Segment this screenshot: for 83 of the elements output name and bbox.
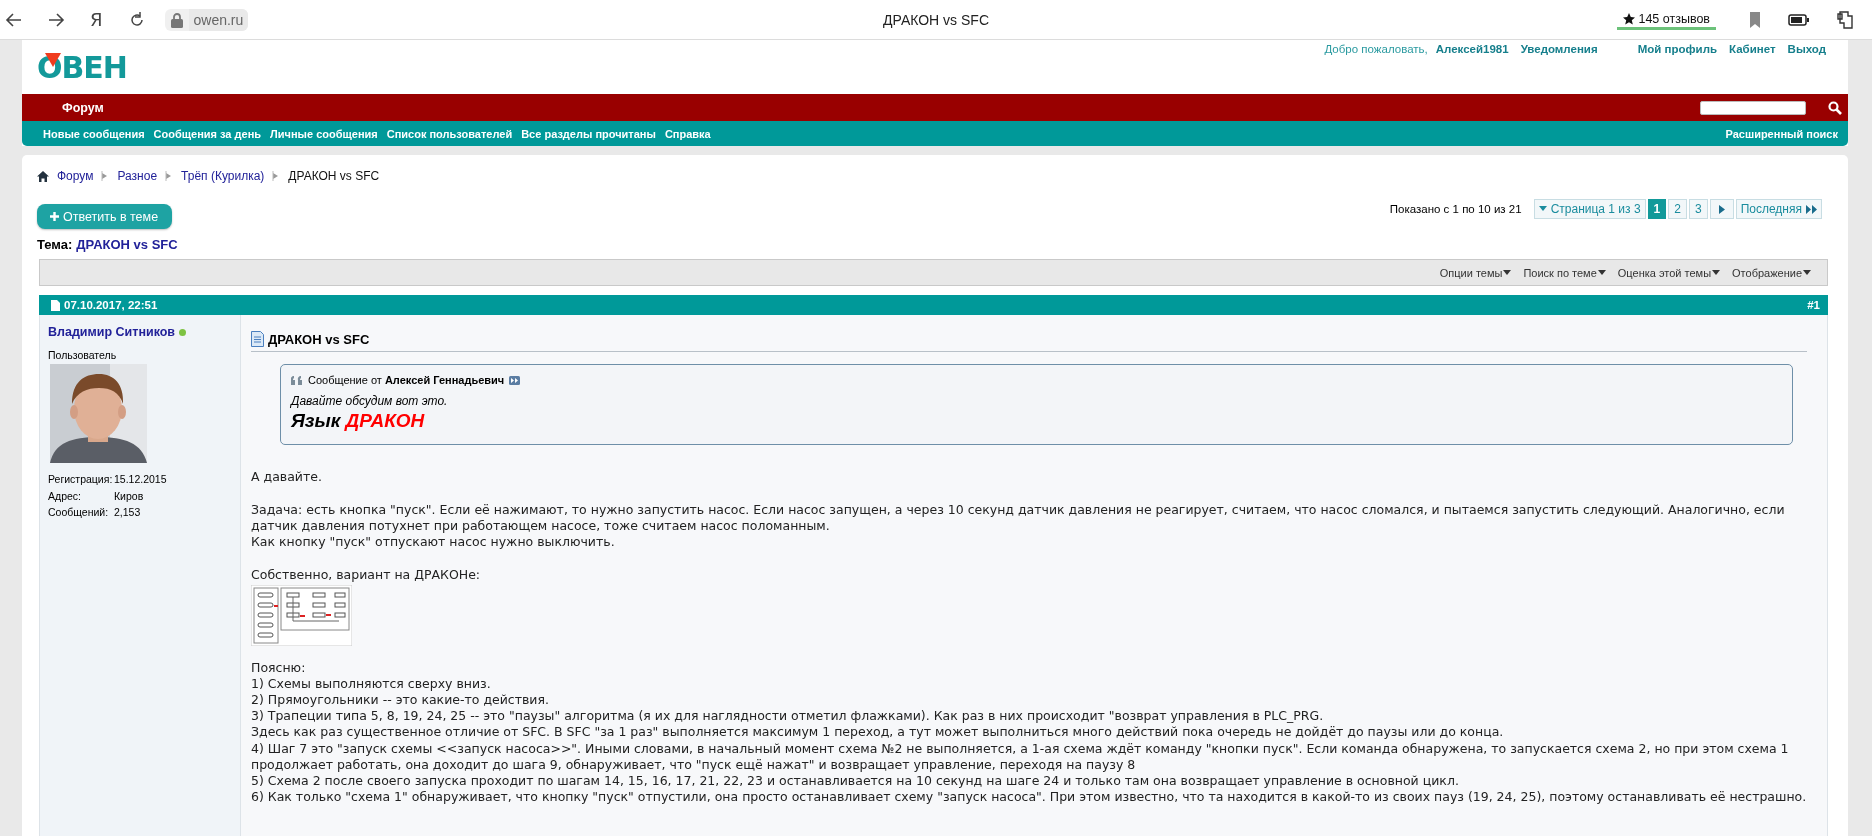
quote-heading: Язык (291, 410, 341, 432)
battery-icon[interactable] (1788, 12, 1810, 27)
next-icon (1718, 204, 1725, 214)
page-number[interactable]: 3 (1688, 199, 1708, 219)
caret-icon (1538, 206, 1547, 212)
post-text: Здесь как раз существенное отличие от SFC. В SFC "за 1 раз" выполняется максимум 1 переход, а тут может выполниться много действий пока очередь не дойдёт до паузы или до конца. (251, 724, 1505, 741)
breadcrumb-link[interactable]: Форум (57, 169, 94, 183)
thread-tool-menu[interactable]: Поиск по теме (1523, 266, 1606, 279)
nav-link[interactable]: Личные сообщения (270, 127, 378, 140)
page-title: ДРАКОН vs SFC (883, 11, 989, 28)
post-number-link[interactable]: #1 (1807, 299, 1820, 311)
detail-value: 15.12.2015 (114, 473, 167, 486)
reply-button[interactable]: Ответить в теме (37, 204, 173, 229)
post-text: 5) Схема 2 после своего запуска проходит по шагам 14, 15, 16, 17, 21, 22, 23 и останавливается на 10 секунд на шаге 24 и только там она возвращает управление в основной цикл. (251, 772, 1460, 790)
header-link[interactable]: Выход (1787, 43, 1826, 55)
post-text: Как кнопку "пуск" отпускают насос нужно выключить. (251, 534, 616, 551)
document-icon (51, 299, 60, 311)
header-link[interactable]: Кабинет (1729, 43, 1776, 55)
post-text: А давайте. (251, 469, 323, 486)
page-number[interactable]: 1 (1647, 199, 1667, 219)
forum-tab[interactable]: Форум (62, 100, 104, 115)
detail-value: 2,153 (114, 506, 141, 519)
breadcrumb-link[interactable]: Разное (117, 169, 158, 183)
home-icon[interactable] (37, 170, 49, 182)
page-dropdown[interactable]: Страница 1 из 3 (1533, 199, 1646, 219)
current-page-text: ДРАКОН vs SFC (288, 169, 380, 183)
caret-icon (1712, 270, 1721, 275)
header-link[interactable]: Уведомления (1520, 43, 1598, 55)
post-text: 3) Трапеции типа 5, 8, 19, 24, 25 -- это "паузы" алгоритма (я их для наглядности отметил флажками). Как раз в них происходит "возврат управления в PLC_PRG. (251, 708, 1325, 725)
breadcrumb-link[interactable]: Трёп (Курилка) (181, 169, 265, 183)
username-link[interactable]: Владимир Ситников (48, 325, 176, 339)
page-number[interactable]: 2 (1668, 199, 1687, 219)
next-page-button[interactable] (1709, 199, 1734, 219)
nav-link[interactable]: Все разделы прочитаны (521, 127, 656, 140)
star-icon (1623, 12, 1636, 25)
double-arrow-icon (1806, 204, 1817, 214)
post-text: 6) Как только "схема 1" обнаруживает, что кнопку "пуск" отпустили, она просто останавливает схему "запуск насоса". При этом известно, что та находится в какой-то из своих пауз (19, 24, 25), поэтому останавливать её нестрашно. (251, 789, 1807, 806)
quote-icon (291, 375, 303, 385)
detail-label: Адрес: (48, 489, 82, 502)
extension-icon[interactable] (1836, 8, 1856, 31)
caret-icon (1503, 270, 1512, 275)
bookmark-icon[interactable] (1748, 10, 1762, 29)
post-title: ДРАКОН vs SFC (268, 331, 370, 347)
results-summary: Показано с 1 по 10 из 21 (1389, 203, 1522, 215)
welcome-text: Добро пожаловать, (1324, 43, 1428, 55)
post-text: Поясню: (251, 659, 307, 676)
caret-icon (1597, 270, 1606, 275)
quote-attribution: Сообщение от Алексей Геннадьевич (308, 374, 505, 386)
topic-title-link[interactable]: ДРАКОН vs SFC (76, 237, 178, 252)
search-field[interactable] (1700, 100, 1806, 115)
search-icon[interactable] (1828, 100, 1842, 115)
thread-tool-menu[interactable]: Отображение (1732, 266, 1811, 279)
post-text: 2) Прямоугольники -- это какие-то действия. (251, 691, 550, 709)
post-text: Задача: есть кнопка "пуск". Если её нажимают, то нужно запустить насос. Если насос запущен, а через 10 секунд датчик давления не реагирует, считаем, что насос сломался, и пытаемся запустить следующий. Аналогично, если датчик давления потухнет при работающем насосе, тоже считаем насос поломанным. (251, 501, 1786, 535)
detail-label: Сообщений: (48, 506, 110, 519)
post-date: 07.10.2017, 22:51 (64, 299, 158, 311)
detail-label: Регистрация: (48, 473, 114, 486)
username-link[interactable]: Алексей1981 (1435, 43, 1509, 55)
detail-value: Киров (114, 489, 144, 502)
view-post-icon[interactable] (509, 375, 521, 385)
logo[interactable]: ОВЕН (37, 53, 127, 83)
quote-text: Давайте обсудим вот это. (291, 394, 449, 408)
caret-icon (1803, 270, 1811, 275)
post-text: 1) Схемы выполняются сверху вниз. (251, 675, 492, 692)
user-role: Пользователь (48, 349, 118, 361)
post-text: 4) Шаг 7 это "запуск схемы <<запуск насоса>>". Иными словами, в начальный момент схема №2 не выполняется, а 1-ая схема ждёт команду "кнопки пуск". Если команда обнаружена, то запускается схема 2, но при этом схема 1 продолжает работать, она доходит до шага 9, обнаруживает, что "пуск ещё нажат" и возвращает управление, переходя на паузу 8 (251, 740, 1790, 773)
nav-link[interactable]: Сообщения за день (153, 127, 262, 140)
header-link[interactable]: Мой профиль (1637, 43, 1717, 55)
home-button[interactable]: Я (88, 9, 105, 30)
last-page-button[interactable]: Последняя (1735, 199, 1822, 219)
document-icon (251, 331, 264, 347)
nav-link[interactable]: Новые сообщения (43, 127, 145, 140)
rating-badge[interactable]: 145 отзывов (1617, 9, 1716, 30)
url-text[interactable]: owen.ru (188, 8, 249, 31)
quote-heading-highlight: ДРАКОН (345, 410, 425, 432)
plus-icon (50, 212, 59, 221)
advanced-search-link[interactable]: Расширенный поиск (1725, 127, 1838, 140)
topic-label: Тема: (37, 237, 73, 252)
post-text: Собственно, вариант на ДРАКОНе: (251, 566, 482, 583)
thread-tool-menu[interactable]: Оценка этой темы (1617, 266, 1721, 279)
nav-link[interactable]: Справка (664, 127, 711, 140)
thread-tool-menu[interactable]: Опции темы (1439, 266, 1512, 279)
nav-link[interactable]: Список пользователей (386, 127, 513, 140)
